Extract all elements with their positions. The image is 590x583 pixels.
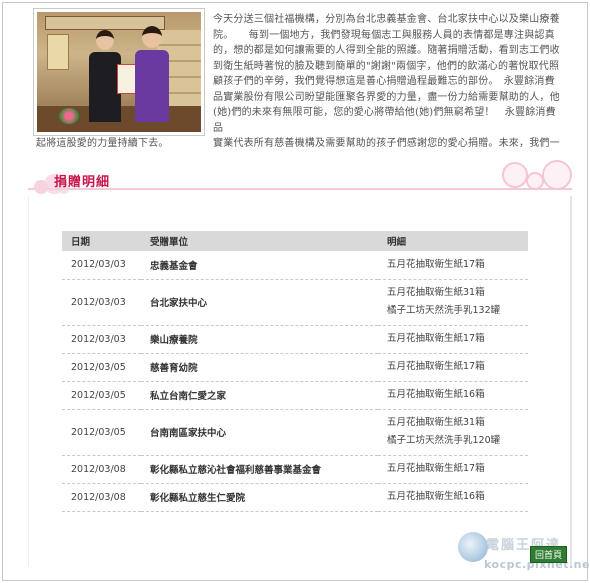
cell-unit: 彰化縣私立慈生仁愛院 (141, 483, 378, 512)
site-watermark: 電腦王阿達 kocpc.pixnet.net 回首頁 (458, 532, 590, 574)
intro-line: 院。 每到一個地方，我們發現每個志工與服務人員的表情都是專注與認真 (213, 29, 555, 41)
cell-item: 五月花抽取衛生紙16箱 (387, 389, 485, 400)
table-row: 2012/03/05 台南南區家扶中心 五月花抽取衛生紙31箱 橘子工坊天然洗手… (62, 409, 528, 456)
bubbles-decoration (472, 160, 572, 194)
cell-date: 2012/03/08 (62, 455, 141, 484)
header-items: 明細 (378, 231, 528, 251)
intro-line: 品實業股份有限公司盼望能匯聚各界愛的力量，盡一份力給需要幫助的人，他 (213, 91, 560, 103)
table-row: 2012/03/08 彰化縣私立慈沁社會福利慈善事業基金會 五月花抽取衛生紙17… (62, 455, 528, 484)
cell-date: 2012/03/05 (62, 353, 141, 382)
intro-text: 今天分送三個社福機構，分別為台北忠義基金會、台北家扶中心以及樂山療養 院。 每到… (0, 12, 560, 152)
table-row: 2012/03/03 樂山療養院 五月花抽取衛生紙17箱 (62, 325, 528, 354)
cell-unit: 樂山療養院 (141, 325, 378, 354)
cell-item: 橘子工坊天然洗手乳120罐 (387, 435, 501, 446)
intro-line: 顧孩子們的辛勞，我們覺得想這是善心捐贈過程最難忘的部份。 永豐餘消費 (213, 76, 555, 87)
intro-line: 的，想的都是如何讓需要的人得到全能的照護。隨著捐贈活動，看到志工們收 (213, 45, 560, 56)
cell-item: 五月花抽取衛生紙31箱 (387, 417, 485, 428)
cell-unit: 私立台南仁愛之家 (141, 381, 378, 410)
cell-date: 2012/03/05 (62, 409, 141, 456)
header-date: 日期 (62, 231, 141, 251)
table-row: 2012/03/05 私立台南仁愛之家 五月花抽取衛生紙16箱 (62, 381, 528, 410)
section-header: 捐贈明細 (28, 160, 572, 196)
cell-unit: 慈善育幼院 (141, 353, 378, 382)
intro-line: 到衛生紙時著悅的臉及聽到簡單的"謝謝"兩個字，他們的飲滿心的著悅取代照 (213, 60, 560, 72)
cell-date: 2012/03/03 (62, 325, 141, 354)
table-header-row: 日期 受贈單位 明細 (62, 231, 528, 251)
intro-line: 今天分送三個社福機構，分別為台北忠義基金會、台北家扶中心以及樂山療養 (213, 14, 560, 25)
cell-item: 五月花抽取衛生紙17箱 (387, 258, 485, 270)
cell-date: 2012/03/05 (62, 381, 141, 410)
table-row: 2012/03/03 忠義基金會 五月花抽取衛生紙17箱 (62, 251, 528, 280)
cell-unit: 彰化縣私立慈沁社會福利慈善事業基金會 (141, 455, 378, 484)
table-row: 2012/03/05 慈善育幼院 五月花抽取衛生紙17箱 (62, 353, 528, 382)
cell-date: 2012/03/03 (62, 279, 141, 326)
cell-unit: 忠義基金會 (141, 251, 378, 280)
intro-tail: 起將這股愛的力量持續下去。 (36, 138, 169, 149)
cell-unit: 台南南區家扶中心 (141, 409, 378, 456)
cell-item: 橘子工坊天然洗手乳132罐 (387, 305, 501, 316)
header-unit: 受贈單位 (141, 231, 378, 251)
cell-item: 五月花抽取衛生紙17箱 (387, 463, 485, 474)
donation-table: 日期 受贈單位 明細 2012/03/03 忠義基金會 五月花抽取衛生紙17箱 … (62, 231, 528, 512)
cell-date: 2012/03/03 (62, 251, 141, 280)
table-row: 2012/03/08 彰化縣私立慈生仁愛院 五月花抽取衛生紙16箱 (62, 483, 528, 512)
cell-item: 五月花抽取衛生紙17箱 (387, 361, 485, 372)
cell-date: 2012/03/08 (62, 483, 141, 512)
cell-item: 五月花抽取衛生紙16箱 (387, 491, 485, 502)
intro-line: (她)們的未來有無限可能，您的愛心將帶給他(她)們無窮希望！ 永豐餘消費品 (213, 107, 556, 134)
cell-unit: 台北家扶中心 (141, 279, 378, 326)
section-title: 捐贈明細 (54, 175, 111, 190)
cell-item: 五月花抽取衛生紙17箱 (387, 333, 485, 344)
home-button[interactable]: 回首頁 (530, 546, 568, 563)
table-row: 2012/03/03 台北家扶中心 五月花抽取衛生紙31箱 橘子工坊天然洗手乳1… (62, 279, 528, 326)
cell-item: 五月花抽取衛生紙31箱 (387, 287, 485, 298)
